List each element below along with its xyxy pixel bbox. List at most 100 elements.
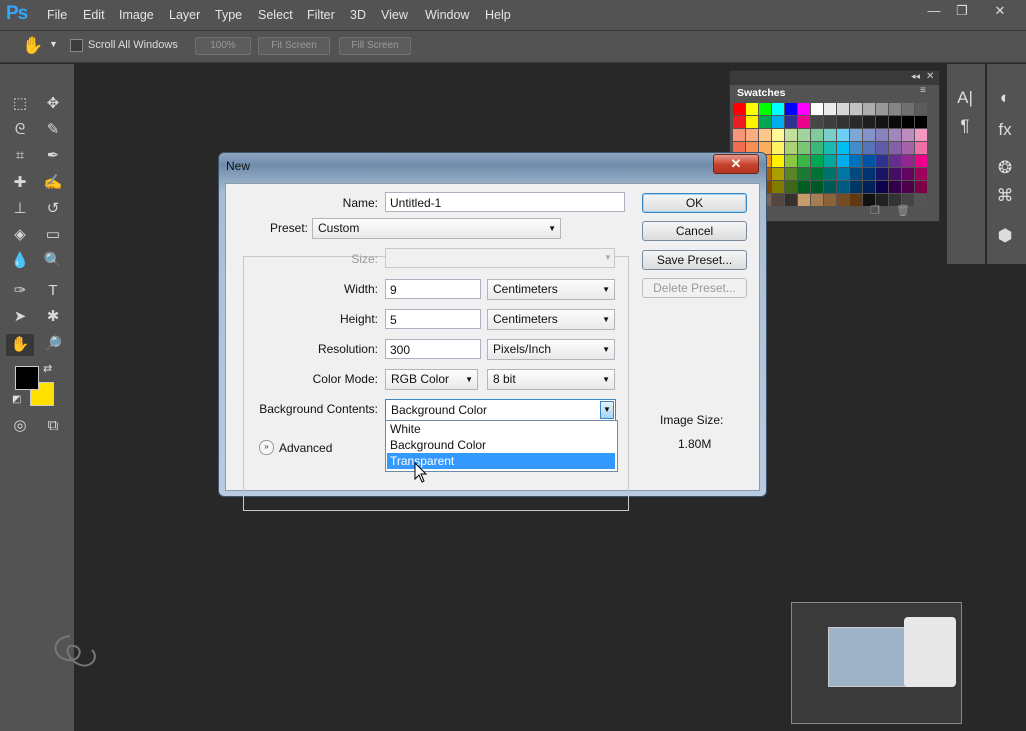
swatches-tab[interactable]: Swatches [730,85,810,102]
zoom-icon[interactable]: 🔎 [41,334,65,356]
styles-icon[interactable]: fx [987,116,1023,144]
swatch[interactable] [798,103,810,115]
scroll-all-windows-checkbox[interactable] [70,39,83,52]
swatch[interactable] [837,181,849,193]
swatch[interactable] [824,168,836,180]
tool-preset-chevron-icon[interactable]: ▼ [49,39,58,49]
path-select-icon[interactable]: ➤ [8,306,32,328]
foreground-color-swatch[interactable] [15,366,39,390]
dropdown-option-white[interactable]: White [387,421,615,437]
swatch[interactable] [772,168,784,180]
swatch[interactable] [915,168,927,180]
swatch[interactable] [733,116,745,128]
zoom-100-button[interactable]: 100% [195,37,251,55]
swatch[interactable] [889,116,901,128]
color-mode-select[interactable]: RGB Color ▼ [385,369,478,390]
swatch[interactable] [759,129,771,141]
swatch[interactable] [876,181,888,193]
shape-icon[interactable]: ✱ [41,306,65,328]
swatch[interactable] [785,116,797,128]
name-field[interactable]: Untitled-1 [385,192,625,212]
swatch[interactable] [772,142,784,154]
swatch[interactable] [915,194,927,206]
swatch[interactable] [811,168,823,180]
swatch[interactable] [746,116,758,128]
hand-tool-icon-active[interactable]: ✋ [6,334,34,356]
3d-icon[interactable]: ⬢ [987,222,1023,250]
swatch[interactable] [785,103,797,115]
eyedropper-icon[interactable]: ✒ [41,145,65,167]
swatch[interactable] [915,116,927,128]
bit-depth-select[interactable]: 8 bit ▼ [487,369,615,390]
character-icon[interactable]: A| [947,84,983,112]
screen-mode-icon[interactable]: ⧉ [41,415,65,437]
height-field[interactable]: 5 [385,309,481,329]
swatch[interactable] [811,142,823,154]
marquee-icon[interactable]: ⬚ [8,93,32,115]
swatch[interactable] [902,142,914,154]
swatch[interactable] [915,181,927,193]
dialog-close-button[interactable]: ✕ [713,154,759,174]
swatch[interactable] [863,129,875,141]
pen-icon[interactable]: ✑ [8,280,32,302]
hand-tool-icon[interactable]: ✋ [22,36,43,56]
history-brush-icon[interactable]: ↺ [41,198,65,220]
height-unit-select[interactable]: Centimeters ▼ [487,309,615,330]
swap-colors-icon[interactable]: ⇄ [43,362,52,375]
preset-select[interactable]: Custom ▼ [312,218,561,239]
swatch[interactable] [837,116,849,128]
swatch[interactable] [772,155,784,167]
swatch[interactable] [915,142,927,154]
swatch[interactable] [811,155,823,167]
swatch[interactable] [798,155,810,167]
swatch[interactable] [733,129,745,141]
menu-filter[interactable]: Filter [307,8,335,22]
swatch[interactable] [902,168,914,180]
swatch[interactable] [772,129,784,141]
width-field[interactable]: 9 [385,279,481,299]
swatch[interactable] [902,181,914,193]
swatch[interactable] [785,155,797,167]
delete-swatch-icon[interactable]: 🗑 [896,204,910,217]
swatch[interactable] [902,116,914,128]
resolution-unit-select[interactable]: Pixels/Inch ▼ [487,339,615,360]
swatch[interactable] [902,103,914,115]
new-swatch-icon[interactable]: ❐ [870,204,880,217]
swatch[interactable] [772,194,784,206]
swatch[interactable] [785,181,797,193]
brush-icon[interactable]: ✍ [41,172,65,194]
swatch[interactable] [889,129,901,141]
swatch[interactable] [824,181,836,193]
menu-edit[interactable]: Edit [83,8,105,22]
swatch[interactable] [759,116,771,128]
clone-stamp-icon[interactable]: ⊥ [8,198,32,220]
dodge-icon[interactable]: 🔍 [41,250,65,272]
swatch[interactable] [915,103,927,115]
swatch[interactable] [772,181,784,193]
swatch[interactable] [837,194,849,206]
swatch[interactable] [889,142,901,154]
advanced-toggle-icon[interactable]: » [259,440,274,455]
fill-screen-button[interactable]: Fill Screen [339,37,411,55]
minimize-button[interactable]: — [921,2,947,22]
eraser-icon[interactable]: ◈ [8,224,32,246]
swatch[interactable] [798,168,810,180]
quick-select-icon[interactable]: ✎ [41,119,65,141]
swatch[interactable] [772,116,784,128]
swatch[interactable] [902,155,914,167]
swatch[interactable] [850,181,862,193]
menu-window[interactable]: Window [425,8,469,22]
swatch[interactable] [785,129,797,141]
swatch[interactable] [837,129,849,141]
adjustments-icon[interactable]: ◐ [987,84,1023,112]
swatch[interactable] [837,155,849,167]
menu-view[interactable]: View [381,8,408,22]
swatch[interactable] [759,103,771,115]
swatch[interactable] [850,103,862,115]
swatch[interactable] [824,142,836,154]
advanced-label[interactable]: Advanced [279,441,337,455]
swatch[interactable] [850,194,862,206]
swatch[interactable] [863,116,875,128]
cancel-button[interactable]: Cancel [642,221,747,241]
swatch[interactable] [824,194,836,206]
